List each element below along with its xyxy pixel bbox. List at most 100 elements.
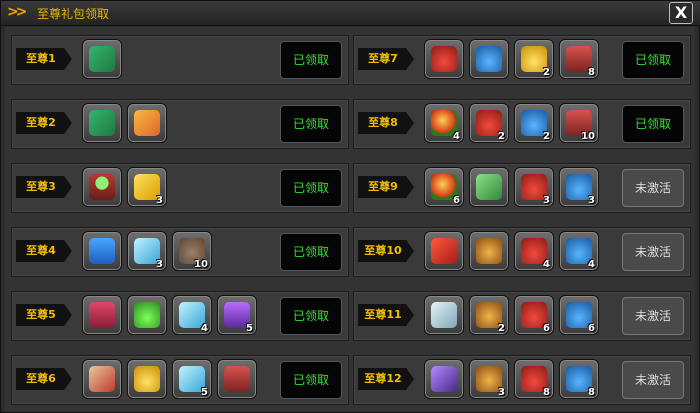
green-ticket-icon [89,46,115,72]
claimed-button[interactable]: 已领取 [622,105,684,143]
reward-slot[interactable]: 4 [514,231,554,271]
claimed-button[interactable]: 已领取 [280,41,342,79]
window-title: 至尊礼包领取 [37,7,110,21]
reward-slot[interactable]: 4 [559,231,599,271]
reward-slot[interactable]: 4 [424,103,464,143]
reward-slot[interactable] [82,359,122,399]
reward-quantity: 2 [498,323,505,334]
claimed-button[interactable]: 已领取 [280,233,342,271]
tier-tag: 至尊7 [358,48,414,70]
reward-slot[interactable]: 8 [514,359,554,399]
green-potion-icon [134,302,160,328]
reward-slot[interactable] [469,231,509,271]
reward-row: 至尊5 4 5 已领取 [11,291,349,341]
reward-slot[interactable]: 6 [514,295,554,335]
reward-slot[interactable] [424,359,464,399]
reward-quantity: 4 [453,131,460,142]
reward-quantity: 3 [156,259,163,270]
reward-slot[interactable] [469,167,509,207]
reward-quantity: 3 [543,195,550,206]
claimed-button[interactable]: 已领取 [622,41,684,79]
reward-slot[interactable]: 6 [424,167,464,207]
reward-slot[interactable]: 6 [559,295,599,335]
reward-quantity: 8 [588,387,595,398]
tier-tag: 至尊5 [16,304,72,326]
reward-slot[interactable]: 3 [127,231,167,271]
not-activated-button[interactable]: 未激活 [622,233,684,271]
reward-slot[interactable]: 8 [559,39,599,79]
green-vip-card-icon [476,174,502,200]
tier-tag: 至尊9 [358,176,414,198]
reward-slot[interactable]: 8 [559,359,599,399]
reward-slot[interactable] [217,359,257,399]
gold-pot-icon [476,238,502,264]
reward-quantity: 10 [581,131,595,142]
claimed-button[interactable]: 已领取 [280,361,342,399]
reward-quantity: 2 [543,131,550,142]
not-activated-button[interactable]: 未激活 [622,297,684,335]
reward-quantity: 2 [543,67,550,78]
reward-slot[interactable] [127,103,167,143]
reward-slot[interactable]: 5 [217,295,257,335]
reward-row: 至尊11 2 6 6 未激活 [353,291,691,341]
reward-slot[interactable]: 3 [514,167,554,207]
reward-slot[interactable] [469,39,509,79]
reward-slot[interactable]: 2 [514,103,554,143]
reward-slot[interactable] [82,103,122,143]
reward-row: 至尊6 5 已领取 [11,355,349,405]
reward-panel: 至尊1 已领取 至尊2 已领取 至尊3 3 已领取 至尊4 3 10 已领取 至尊5 4 5 已领取 至尊6 5… [5,27,695,412]
double-arrow-icon: >> [7,4,28,20]
reward-slot[interactable]: 3 [559,167,599,207]
reward-quantity: 2 [498,131,505,142]
claimed-button[interactable]: 已领取 [280,169,342,207]
reward-quantity: 4 [201,323,208,334]
reward-slot[interactable]: 3 [127,167,167,207]
tier-label: 至尊5 [26,308,56,321]
reward-quantity: 5 [246,323,253,334]
reward-slot[interactable] [424,295,464,335]
reward-quantity: 8 [543,387,550,398]
not-activated-button[interactable]: 未激活 [622,169,684,207]
reward-slot[interactable]: 5 [172,359,212,399]
reward-slot[interactable]: 4 [172,295,212,335]
reward-slot[interactable]: 3 [469,359,509,399]
reward-quantity: 6 [588,323,595,334]
tier-tag: 至尊1 [16,48,72,70]
red-chest-icon [224,366,250,392]
claimed-button[interactable]: 已领取 [280,105,342,143]
reward-quantity: 6 [453,195,460,206]
reward-slot[interactable] [127,359,167,399]
close-button[interactable]: X [669,2,693,24]
reward-slot[interactable]: 2 [469,103,509,143]
reward-slot[interactable] [424,231,464,271]
orange-ticket-icon [134,110,160,136]
gift-window: >> 至尊礼包领取 X 至尊1 已领取 至尊2 已领取 至尊3 3 已领取 至尊4 3 10 已领取… [0,0,700,413]
reward-slot[interactable]: 2 [469,295,509,335]
tier-tag: 至尊12 [358,368,414,390]
claimed-button[interactable]: 已领取 [280,297,342,335]
tier-label: 至尊3 [26,180,56,193]
reward-slot[interactable]: 10 [172,231,212,271]
blue-pouch-icon [476,46,502,72]
purple-book-icon [431,366,457,392]
reward-slot[interactable] [82,39,122,79]
tier-label: 至尊12 [364,372,402,385]
reward-quantity: 6 [543,323,550,334]
reward-quantity: 4 [543,259,550,270]
reward-slot[interactable] [82,295,122,335]
reward-quantity: 8 [588,67,595,78]
reward-slot[interactable] [127,295,167,335]
reward-slot[interactable] [82,231,122,271]
reward-slot[interactable]: 2 [514,39,554,79]
tier-label: 至尊10 [364,244,402,257]
tier-tag: 至尊2 [16,112,72,134]
reward-slot[interactable]: 10 [559,103,599,143]
reward-row: 至尊12 3 8 8 未激活 [353,355,691,405]
reward-slot[interactable] [424,39,464,79]
tier-label: 至尊1 [26,52,56,65]
reward-slot[interactable] [82,167,122,207]
silver-book-icon [431,302,457,328]
red-pouch-icon [431,46,457,72]
not-activated-button[interactable]: 未激活 [622,361,684,399]
reward-quantity: 3 [588,195,595,206]
